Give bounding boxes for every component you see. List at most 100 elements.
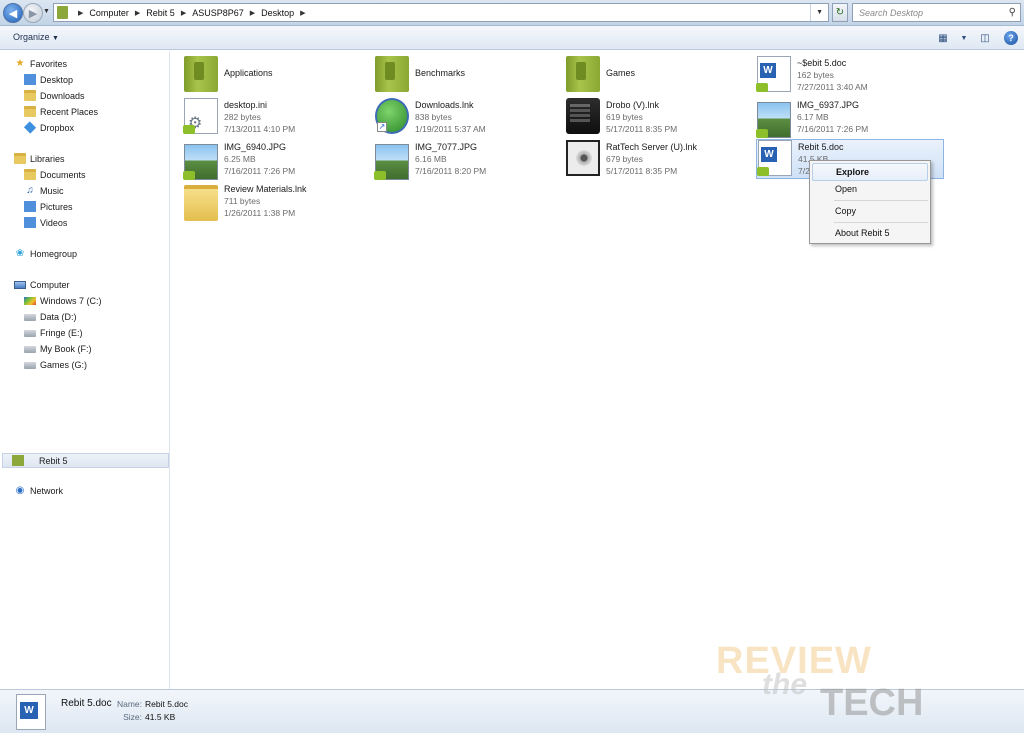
nav-label: Videos xyxy=(40,217,68,228)
nav-network[interactable]: ◉ Network xyxy=(14,485,63,496)
nav-item-pictures[interactable]: Pictures xyxy=(24,201,73,212)
recent-pages-dropdown[interactable]: ▼ xyxy=(43,8,50,15)
desktop-icon xyxy=(24,74,36,85)
list-item[interactable]: Drobo (V).lnk 619 bytes 5/17/2011 8:35 P… xyxy=(566,98,751,138)
forward-button[interactable]: ▶ xyxy=(23,3,43,23)
item-name: Applications xyxy=(224,68,273,78)
preview-pane-button[interactable]: ◫ xyxy=(976,30,994,46)
item-size: 162 bytes xyxy=(797,70,834,80)
nav-label: Recent Places xyxy=(40,106,99,117)
hard-drive-icon xyxy=(24,361,36,369)
help-button[interactable]: ? xyxy=(1002,30,1020,46)
dropbox-icon xyxy=(23,121,37,134)
nav-item-videos[interactable]: Videos xyxy=(24,217,67,228)
chevron-right-icon[interactable]: ▶ xyxy=(181,9,186,17)
list-item[interactable]: ⚙ desktop.ini 282 bytes 7/13/2011 4:10 P… xyxy=(183,98,369,138)
nav-label: Music xyxy=(40,185,64,196)
menu-separator xyxy=(834,200,928,201)
nav-item-drive-d[interactable]: Data (D:) xyxy=(24,312,77,322)
nav-computer[interactable]: Computer xyxy=(14,280,70,290)
folder-shortcut-icon xyxy=(184,185,218,221)
nav-label: Documents xyxy=(40,169,86,180)
breadcrumb-desktop[interactable]: Desktop xyxy=(261,8,294,18)
organize-button[interactable]: Organize ▼ xyxy=(13,32,59,42)
item-date: 1/19/2011 5:37 AM xyxy=(415,124,486,134)
menu-item-copy[interactable]: Copy xyxy=(812,202,928,220)
nav-item-drive-g[interactable]: Games (G:) xyxy=(24,360,87,370)
library-folder-icon xyxy=(375,56,409,92)
nav-item-downloads[interactable]: Downloads xyxy=(24,90,85,101)
list-item[interactable]: ↗ Downloads.lnk 838 bytes 1/19/2011 5:37… xyxy=(375,98,560,138)
item-date: 7/13/2011 4:10 PM xyxy=(224,124,296,134)
item-name: Downloads.lnk xyxy=(415,100,474,110)
item-size: 6.16 MB xyxy=(415,154,447,164)
hard-drive-icon xyxy=(24,345,36,353)
list-item[interactable]: Benchmarks xyxy=(375,56,560,96)
nav-item-drive-e[interactable]: Fringe (E:) xyxy=(24,328,83,338)
item-name: IMG_6937.JPG xyxy=(797,100,860,110)
chevron-right-icon[interactable]: ▶ xyxy=(135,9,140,17)
forward-arrow-icon: ▶ xyxy=(28,7,38,20)
nav-label: Windows 7 (C:) xyxy=(40,296,102,306)
list-item[interactable]: RatTech Server (U).lnk 679 bytes 5/17/20… xyxy=(566,140,751,180)
item-date: 7/16/2011 7:26 PM xyxy=(797,124,869,134)
breadcrumb-computer[interactable]: Computer xyxy=(89,8,129,18)
nav-label: My Book (F:) xyxy=(40,344,92,354)
nav-homegroup[interactable]: ❀ Homegroup xyxy=(14,248,77,259)
nav-item-music[interactable]: ♫ Music xyxy=(24,185,64,196)
list-item[interactable]: Games xyxy=(566,56,751,96)
refresh-button[interactable]: ↻ xyxy=(832,3,848,22)
search-input[interactable]: Search Desktop ⚲ xyxy=(852,3,1021,22)
chevron-right-icon[interactable]: ▶ xyxy=(300,9,305,17)
menu-item-explore[interactable]: Explore xyxy=(812,163,928,181)
back-button[interactable]: ◀ xyxy=(3,3,23,23)
search-icon[interactable]: ⚲ xyxy=(1009,7,1016,18)
list-item[interactable]: IMG_7077.JPG 6.16 MB 7/16/2011 8:20 PM xyxy=(374,140,560,180)
menu-item-open[interactable]: Open xyxy=(812,180,928,198)
computer-icon xyxy=(14,281,26,289)
refresh-icon: ↻ xyxy=(835,7,845,18)
breadcrumb-asus[interactable]: ASUSP8P67 xyxy=(192,8,244,18)
item-size: 838 bytes xyxy=(415,112,452,122)
nav-item-drive-f[interactable]: My Book (F:) xyxy=(24,344,92,354)
nav-item-dropbox[interactable]: Dropbox xyxy=(23,121,74,134)
change-view-button[interactable]: ▦ xyxy=(934,30,952,46)
nav-label: Homegroup xyxy=(30,248,78,259)
chevron-right-icon[interactable]: ▶ xyxy=(78,9,83,17)
nav-item-drive-c[interactable]: Windows 7 (C:) xyxy=(24,296,102,306)
server-drive-icon xyxy=(566,140,600,176)
nav-libraries[interactable]: Libraries xyxy=(14,153,65,164)
library-folder-icon xyxy=(566,56,600,92)
breadcrumb[interactable]: ▶ Computer ▶ Rebit 5 ▶ ASUSP8P67 ▶ Deskt… xyxy=(53,3,829,22)
menu-item-about[interactable]: About Rebit 5 xyxy=(812,224,928,242)
hard-drive-icon xyxy=(24,313,36,321)
nav-item-rebit[interactable]: Rebit 5 xyxy=(2,453,169,468)
item-size: 6.25 MB xyxy=(224,154,256,164)
settings-file-icon: ⚙ xyxy=(183,98,218,134)
details-name-label: Name: xyxy=(116,699,142,709)
item-size: 6.17 MB xyxy=(797,112,829,122)
item-date: 5/17/2011 8:35 PM xyxy=(606,124,678,134)
image-file-icon xyxy=(374,144,409,180)
nav-favorites[interactable]: ★ Favorites xyxy=(14,58,68,69)
list-item[interactable]: W ~$ebit 5.doc 162 bytes 7/27/2011 3:40 … xyxy=(756,56,942,96)
list-item[interactable]: IMG_6940.JPG 6.25 MB 7/16/2011 7:26 PM xyxy=(183,140,369,180)
nav-label: Data (D:) xyxy=(40,312,77,322)
chevron-right-icon[interactable]: ▶ xyxy=(250,9,255,17)
list-item[interactable]: Review Materials.lnk 711 bytes 1/26/2011… xyxy=(184,182,369,222)
address-history-dropdown[interactable]: ▼ xyxy=(810,4,828,21)
list-item[interactable]: Applications xyxy=(184,56,369,96)
nav-item-recent-places[interactable]: Recent Places xyxy=(24,106,98,117)
more-views-dropdown[interactable]: ▼ xyxy=(960,30,968,46)
item-name: ~$ebit 5.doc xyxy=(797,58,847,68)
image-file-icon xyxy=(183,144,218,180)
nav-item-desktop[interactable]: Desktop xyxy=(24,74,73,85)
list-item[interactable]: IMG_6937.JPG 6.17 MB 7/16/2011 7:26 PM xyxy=(756,98,942,138)
file-list: Applications Benchmarks Games W ~$ebit 5… xyxy=(171,51,1024,689)
downloads-icon xyxy=(24,90,36,101)
nav-item-documents[interactable]: Documents xyxy=(24,169,86,180)
network-icon: ◉ xyxy=(15,485,25,496)
breadcrumb-rebit[interactable]: Rebit 5 xyxy=(146,8,175,18)
item-date: 7/16/2011 7:26 PM xyxy=(224,166,296,176)
nav-label: Network xyxy=(30,485,64,496)
